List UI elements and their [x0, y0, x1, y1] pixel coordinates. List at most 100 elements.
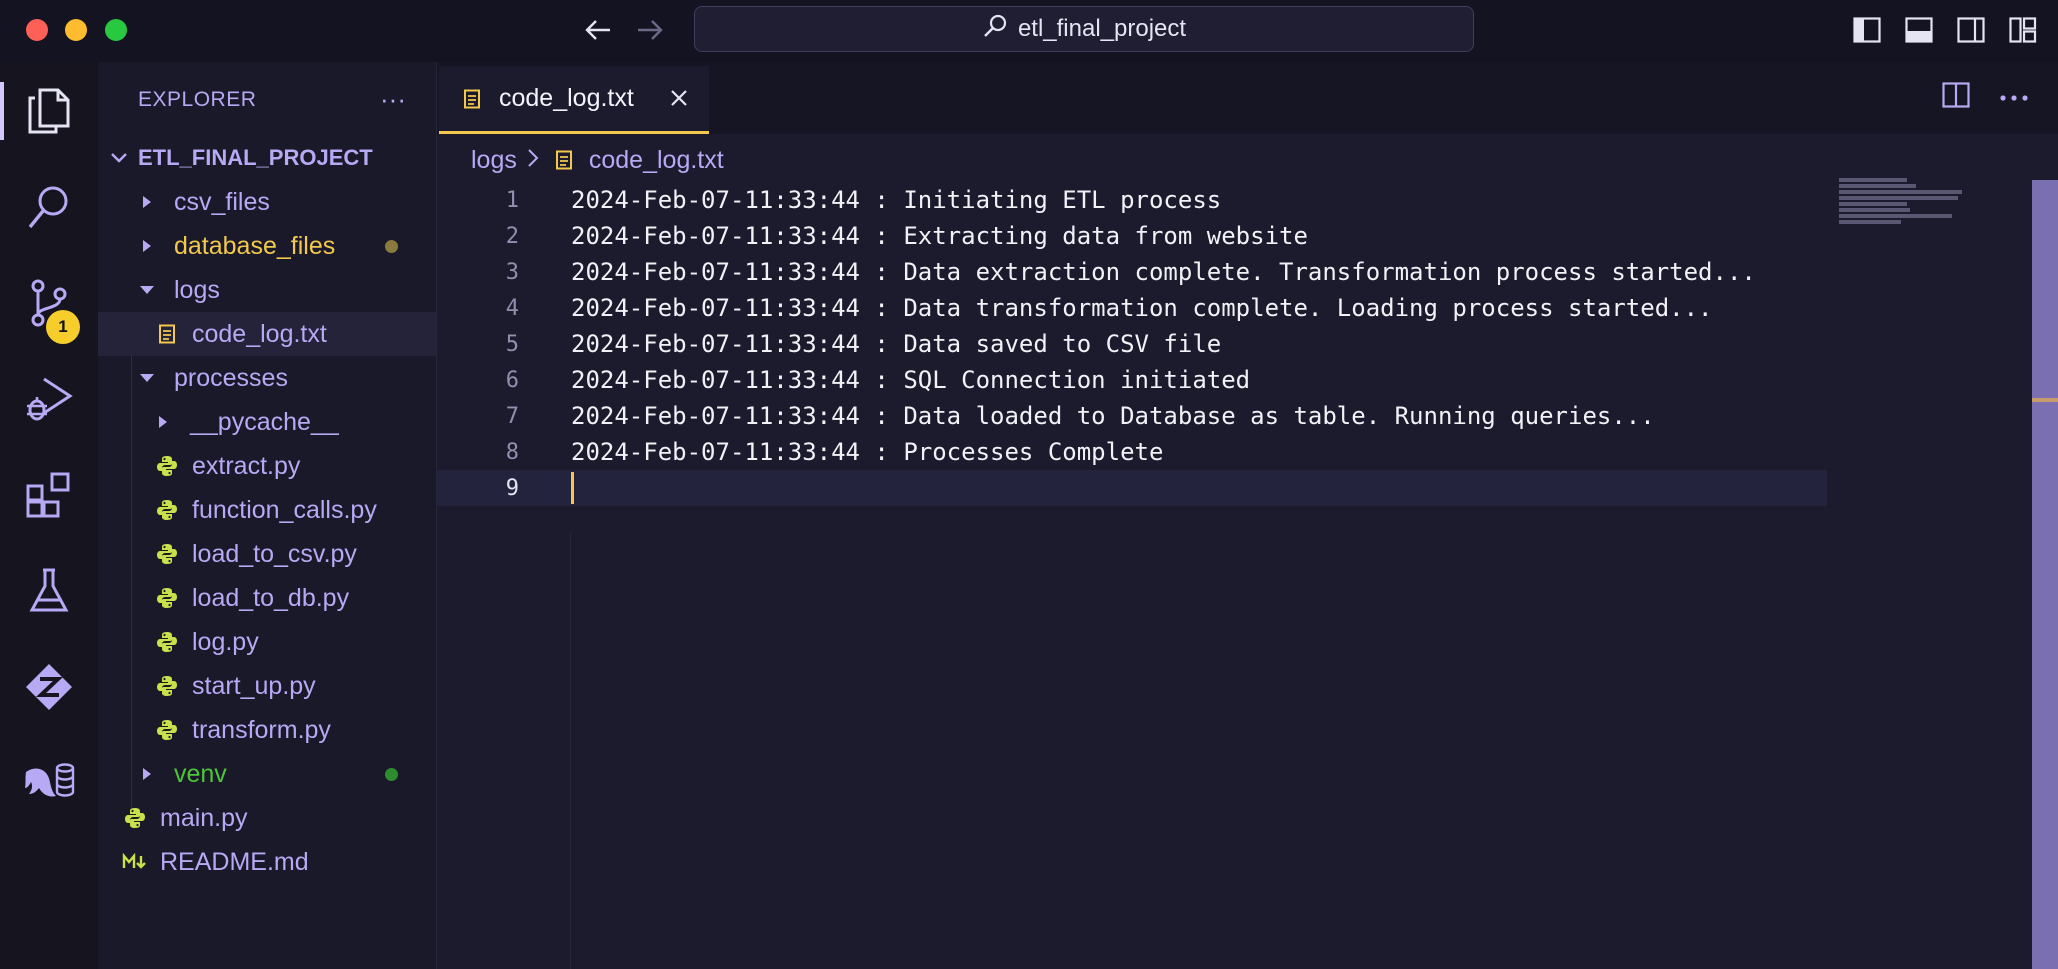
tree-item-label: transform.py — [192, 715, 331, 744]
more-actions-icon[interactable] — [2000, 89, 2028, 107]
minimap[interactable] — [1839, 178, 1969, 226]
tab-code-log[interactable]: code_log.txt — [439, 66, 709, 134]
tree-item[interactable]: README.md — [98, 840, 436, 884]
python-file-icon — [154, 717, 180, 743]
code-editor[interactable]: 1 2024-Feb-07-11:33:44 : Initiating ETL p… — [437, 182, 1827, 506]
tree-item[interactable]: extract.py — [98, 444, 436, 488]
tree-item-label: function_calls.py — [192, 495, 377, 524]
minimap-line — [1839, 220, 1901, 224]
vertical-scrollbar[interactable] — [2032, 180, 2058, 969]
toggle-primary-sidebar-icon[interactable] — [1852, 15, 1882, 45]
minimize-window-button[interactable] — [65, 19, 87, 41]
python-file-icon — [154, 453, 180, 479]
breadcrumb-file[interactable]: code_log.txt — [589, 146, 724, 175]
database-dolphin-icon[interactable] — [0, 748, 98, 818]
project-name: ETL_FINAL_PROJECT — [138, 145, 373, 170]
line-text: 2024-Feb-07-11:33:44 : Data saved to CSV… — [571, 330, 1222, 358]
code-line[interactable]: 3 2024-Feb-07-11:33:44 : Data extraction … — [437, 254, 1827, 290]
toggle-secondary-sidebar-icon[interactable] — [1956, 15, 1986, 45]
python-file-icon — [154, 673, 180, 699]
tree-item-label: load_to_csv.py — [192, 539, 357, 568]
line-number: 4 — [505, 295, 519, 321]
code-line[interactable]: 8 2024-Feb-07-11:33:44 : Processes Comple… — [437, 434, 1827, 470]
tree-item-label: database_files — [174, 231, 336, 260]
tree-item[interactable]: processes — [98, 356, 436, 400]
chevron-down-icon — [138, 369, 156, 387]
tree-item[interactable]: venv — [98, 752, 436, 796]
chevron-right-icon — [138, 237, 156, 255]
customize-layout-icon[interactable] — [2008, 15, 2038, 45]
tree-item-label: processes — [174, 363, 288, 392]
code-line[interactable]: 6 2024-Feb-07-11:33:44 : SQL Connection i… — [437, 362, 1827, 398]
chevron-right-icon — [527, 146, 539, 175]
close-window-button[interactable] — [26, 19, 48, 41]
text-file-icon — [154, 321, 180, 347]
line-text: 2024-Feb-07-11:33:44 : Extracting data f… — [571, 222, 1308, 250]
tree-item-label: log.py — [192, 627, 259, 656]
source-control-badge: 1 — [46, 310, 80, 344]
minimap-line — [1839, 184, 1916, 188]
project-root[interactable]: ETL_FINAL_PROJECT — [98, 136, 436, 180]
extensions-icon[interactable] — [0, 460, 98, 530]
chevron-right-icon — [138, 193, 156, 211]
python-file-icon — [154, 497, 180, 523]
extension-logo-icon[interactable] — [0, 652, 98, 722]
tree-item[interactable]: main.py — [98, 796, 436, 840]
tree-item[interactable]: log.py — [98, 620, 436, 664]
chevron-down-icon — [110, 149, 128, 167]
minimap-line — [1839, 202, 1907, 206]
tree-item[interactable]: load_to_db.py — [98, 576, 436, 620]
editor-area: code_log.txt logs code_log.txt 1 2024-Feb… — [437, 62, 2058, 969]
explorer-icon[interactable] — [0, 76, 98, 146]
tree-item[interactable]: __pycache__ — [98, 400, 436, 444]
title-bar: etl_final_project — [0, 0, 2058, 62]
explorer-sidebar: EXPLORER ··· ETL_FINAL_PROJECT csv_files… — [98, 62, 437, 969]
minimap-line — [1839, 214, 1952, 218]
line-text: 2024-Feb-07-11:33:44 : Data extraction c… — [571, 258, 1756, 286]
testing-flask-icon[interactable] — [0, 556, 98, 626]
code-line[interactable]: 5 2024-Feb-07-11:33:44 : Data saved to CS… — [437, 326, 1827, 362]
back-arrow-icon[interactable] — [580, 13, 616, 47]
line-number: 6 — [505, 367, 519, 393]
tree-item[interactable]: database_files — [98, 224, 436, 268]
line-number: 2 — [505, 223, 519, 249]
toggle-panel-icon[interactable] — [1904, 15, 1934, 45]
close-tab-icon[interactable] — [667, 86, 691, 110]
code-line[interactable]: 9 — [437, 470, 1827, 506]
code-line[interactable]: 7 2024-Feb-07-11:33:44 : Data loaded to D… — [437, 398, 1827, 434]
text-file-icon — [555, 150, 573, 170]
line-number: 5 — [505, 331, 519, 357]
tree-item[interactable]: logs — [98, 268, 436, 312]
tree-item-label: start_up.py — [192, 671, 316, 700]
tree-item-label: __pycache__ — [190, 407, 339, 436]
code-line[interactable]: 2 2024-Feb-07-11:33:44 : Extracting data … — [437, 218, 1827, 254]
breadcrumb-folder[interactable]: logs — [471, 146, 517, 175]
tree-item[interactable]: csv_files — [98, 180, 436, 224]
tree-item[interactable]: start_up.py — [98, 664, 436, 708]
line-number: 9 — [505, 475, 519, 501]
run-and-debug-icon[interactable] — [0, 364, 98, 434]
tree-item[interactable]: code_log.txt — [98, 312, 436, 356]
tree-item[interactable]: function_calls.py — [98, 488, 436, 532]
text-cursor — [571, 472, 574, 504]
tree-item-label: code_log.txt — [192, 319, 327, 348]
forward-arrow-icon[interactable] — [632, 13, 668, 47]
code-line[interactable]: 4 2024-Feb-07-11:33:44 : Data transformat… — [437, 290, 1827, 326]
tree-item[interactable]: transform.py — [98, 708, 436, 752]
code-line[interactable]: 1 2024-Feb-07-11:33:44 : Initiating ETL p… — [437, 182, 1827, 218]
source-control-icon[interactable]: 1 — [0, 268, 98, 344]
scrollbar-marker — [2032, 398, 2058, 402]
search-icon[interactable] — [0, 172, 98, 242]
tree-item-label: README.md — [160, 847, 309, 876]
python-file-icon — [154, 629, 180, 655]
minimap-line — [1839, 178, 1907, 182]
minimap-line — [1839, 196, 1958, 200]
split-editor-icon[interactable] — [1942, 82, 1970, 113]
text-file-icon — [463, 89, 481, 109]
tree-item-label: csv_files — [174, 187, 270, 216]
tree-item[interactable]: load_to_csv.py — [98, 532, 436, 576]
command-center-search[interactable]: etl_final_project — [694, 6, 1474, 52]
more-actions-button[interactable]: ··· — [380, 84, 406, 115]
zoom-window-button[interactable] — [105, 19, 127, 41]
python-file-icon — [122, 805, 148, 831]
